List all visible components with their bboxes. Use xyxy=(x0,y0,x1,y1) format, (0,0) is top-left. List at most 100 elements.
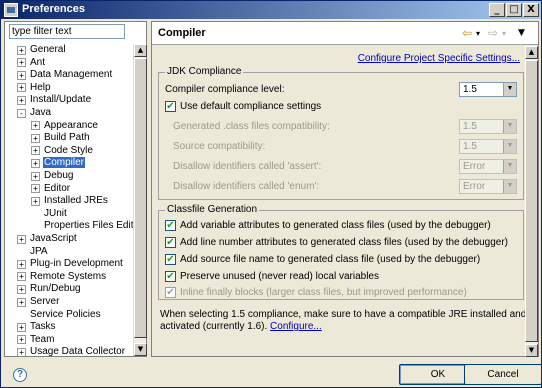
tree-item[interactable]: + Code Style xyxy=(31,145,94,157)
scroll-down-icon[interactable]: ▼ xyxy=(134,343,147,356)
close-button[interactable]: X xyxy=(523,3,539,17)
tree-item[interactable]: Service Policies xyxy=(17,309,102,321)
tree-scrollbar[interactable]: ▲ ▼ xyxy=(133,44,147,356)
tree-item[interactable]: + General xyxy=(17,44,67,56)
scroll-up-icon[interactable]: ▲ xyxy=(134,44,147,57)
back-arrow-icon[interactable]: ⇦ xyxy=(462,26,472,40)
tree-item-label: Server xyxy=(30,296,60,307)
filter-input[interactable] xyxy=(9,24,125,39)
tree-item[interactable]: + Install/Update xyxy=(17,94,92,106)
preferences-tree: + General + Ant + Data Management + Help + Instal… xyxy=(5,44,133,356)
tree-item-label: Install/Update xyxy=(30,94,92,106)
scroll-up-icon[interactable]: ▲ xyxy=(525,46,538,59)
source-file-name-checkbox[interactable]: ✔ Add source file name to generated class… xyxy=(165,253,480,267)
disallow-assert-select[interactable]: Error ▼ xyxy=(459,159,517,174)
use-default-compliance-checkbox[interactable]: ✔ Use default compliance settings xyxy=(165,100,321,114)
tree-item[interactable]: + Data Management xyxy=(17,69,113,81)
tree-item[interactable]: + Server xyxy=(17,296,60,308)
disallow-enum-select[interactable]: Error ▼ xyxy=(459,179,517,194)
help-icon[interactable]: ? xyxy=(13,368,27,382)
tree-item[interactable]: + Editor xyxy=(31,183,71,195)
tree-item[interactable]: + Appearance xyxy=(31,120,99,132)
forward-dropdown-icon[interactable]: ▾ xyxy=(502,29,506,38)
tree-item-label: Plug-in Development xyxy=(30,258,123,270)
expand-icon[interactable]: + xyxy=(31,146,40,156)
view-menu-icon[interactable]: ▼ xyxy=(518,28,525,38)
tree-item[interactable]: - Java xyxy=(17,107,52,119)
source-compat-select[interactable]: 1.5 ▼ xyxy=(459,139,517,154)
tree-item-label: Installed JREs xyxy=(44,195,108,207)
configure-project-settings-link[interactable]: Configure Project Specific Settings... xyxy=(358,53,520,64)
maximize-button[interactable]: □ xyxy=(506,3,522,17)
tree-item-label: Build Path xyxy=(44,132,90,144)
tree-item-label: Data Management xyxy=(30,69,113,81)
expand-icon[interactable]: + xyxy=(31,184,40,194)
tree-item[interactable]: + Debug xyxy=(31,170,74,182)
tree-item[interactable]: + Team xyxy=(17,334,55,346)
tree-item[interactable]: + Remote Systems xyxy=(17,271,107,283)
expand-icon[interactable]: + xyxy=(17,335,26,345)
expand-icon[interactable]: + xyxy=(31,196,40,206)
expand-icon[interactable]: + xyxy=(17,58,26,68)
expand-icon[interactable]: + xyxy=(17,95,26,105)
tree-item-label: General xyxy=(30,44,66,55)
window-title: Preferences xyxy=(22,3,85,15)
tree-item[interactable]: JPA xyxy=(17,246,49,258)
tree-item[interactable]: + Compiler xyxy=(31,157,86,169)
tree-item[interactable]: + Ant xyxy=(17,57,46,69)
forward-arrow-icon[interactable]: ⇨ xyxy=(488,26,498,40)
tree-item[interactable]: + Tasks xyxy=(17,321,57,333)
expand-icon[interactable]: + xyxy=(17,83,26,93)
tree-item[interactable]: + Installed JREs xyxy=(31,195,109,207)
expand-icon[interactable]: + xyxy=(17,45,26,55)
variable-attributes-checkbox[interactable]: ✔ Add variable attributes to generated cl… xyxy=(165,219,491,233)
expand-icon[interactable]: + xyxy=(31,171,40,181)
cancel-button[interactable]: Cancel xyxy=(464,364,542,385)
generated-compat-label: Generated .class files compatibility: xyxy=(173,121,330,132)
classfile-generation-title: Classfile Generation xyxy=(165,204,260,215)
configure-link[interactable]: Configure... xyxy=(270,321,322,332)
tree-item[interactable]: + Help xyxy=(17,82,52,94)
expand-icon[interactable]: + xyxy=(17,259,26,269)
classfile-generation-group: Classfile Generation ✔ Add variable attri… xyxy=(158,204,524,300)
page-scrollbar[interactable]: ▲ ▼ xyxy=(525,46,538,357)
chevron-down-icon: ▼ xyxy=(503,120,516,133)
generated-compat-select[interactable]: 1.5 ▼ xyxy=(459,119,517,134)
disallow-enum-label: Disallow identifiers called 'enum': xyxy=(173,181,320,192)
scroll-down-icon[interactable]: ▼ xyxy=(525,344,538,357)
line-number-attributes-checkbox[interactable]: ✔ Add line number attributes to generated… xyxy=(165,236,508,250)
tree-item[interactable]: + Run/Debug xyxy=(17,283,82,295)
expand-icon[interactable]: + xyxy=(31,158,40,168)
expand-icon[interactable]: + xyxy=(17,272,26,282)
scroll-thumb[interactable] xyxy=(525,60,538,342)
inline-finally-checkbox[interactable]: ✔ Inline finally blocks (larger class fil… xyxy=(165,286,467,300)
expand-icon[interactable]: + xyxy=(31,121,40,131)
expand-icon[interactable]: + xyxy=(31,133,40,143)
disallow-assert-label: Disallow identifiers called 'assert': xyxy=(173,161,322,172)
expand-icon[interactable]: + xyxy=(17,322,26,332)
compliance-level-select[interactable]: 1.5 ▼ xyxy=(459,82,517,97)
jdk-compliance-title: JDK Compliance xyxy=(165,66,244,77)
minimize-button[interactable]: _ xyxy=(489,3,505,17)
tree-item-label: Compiler xyxy=(43,157,86,169)
tree-item-label: Appearance xyxy=(44,119,98,131)
tree-item[interactable]: + JavaScript xyxy=(17,233,78,245)
expand-icon[interactable]: + xyxy=(17,234,26,244)
title-bar: Preferences _ □ X xyxy=(1,1,541,19)
preserve-unused-checkbox[interactable]: ✔ Preserve unused (never read) local vari… xyxy=(165,270,379,284)
expand-icon[interactable]: + xyxy=(17,297,26,307)
expand-icon[interactable]: + xyxy=(17,347,26,356)
tree-item-label: Service Policies xyxy=(30,308,101,320)
scroll-thumb[interactable] xyxy=(134,58,147,338)
back-dropdown-icon[interactable]: ▾ xyxy=(476,29,480,38)
tree-item[interactable]: + Usage Data Collector xyxy=(17,346,126,356)
collapse-icon[interactable]: - xyxy=(17,108,26,118)
expand-icon[interactable]: + xyxy=(17,70,26,80)
tree-item[interactable]: + Plug-in Development xyxy=(17,258,124,270)
tree-item[interactable]: + Build Path xyxy=(31,132,91,144)
expand-icon[interactable]: + xyxy=(17,284,26,294)
tree-item[interactable]: Properties Files Editor xyxy=(31,220,133,232)
page-header: Compiler ⇦ ▾ ⇨ ▾ ▼ xyxy=(152,22,538,45)
tree-item-label: JavaScript xyxy=(30,233,77,244)
tree-item[interactable]: JUnit xyxy=(31,208,68,220)
